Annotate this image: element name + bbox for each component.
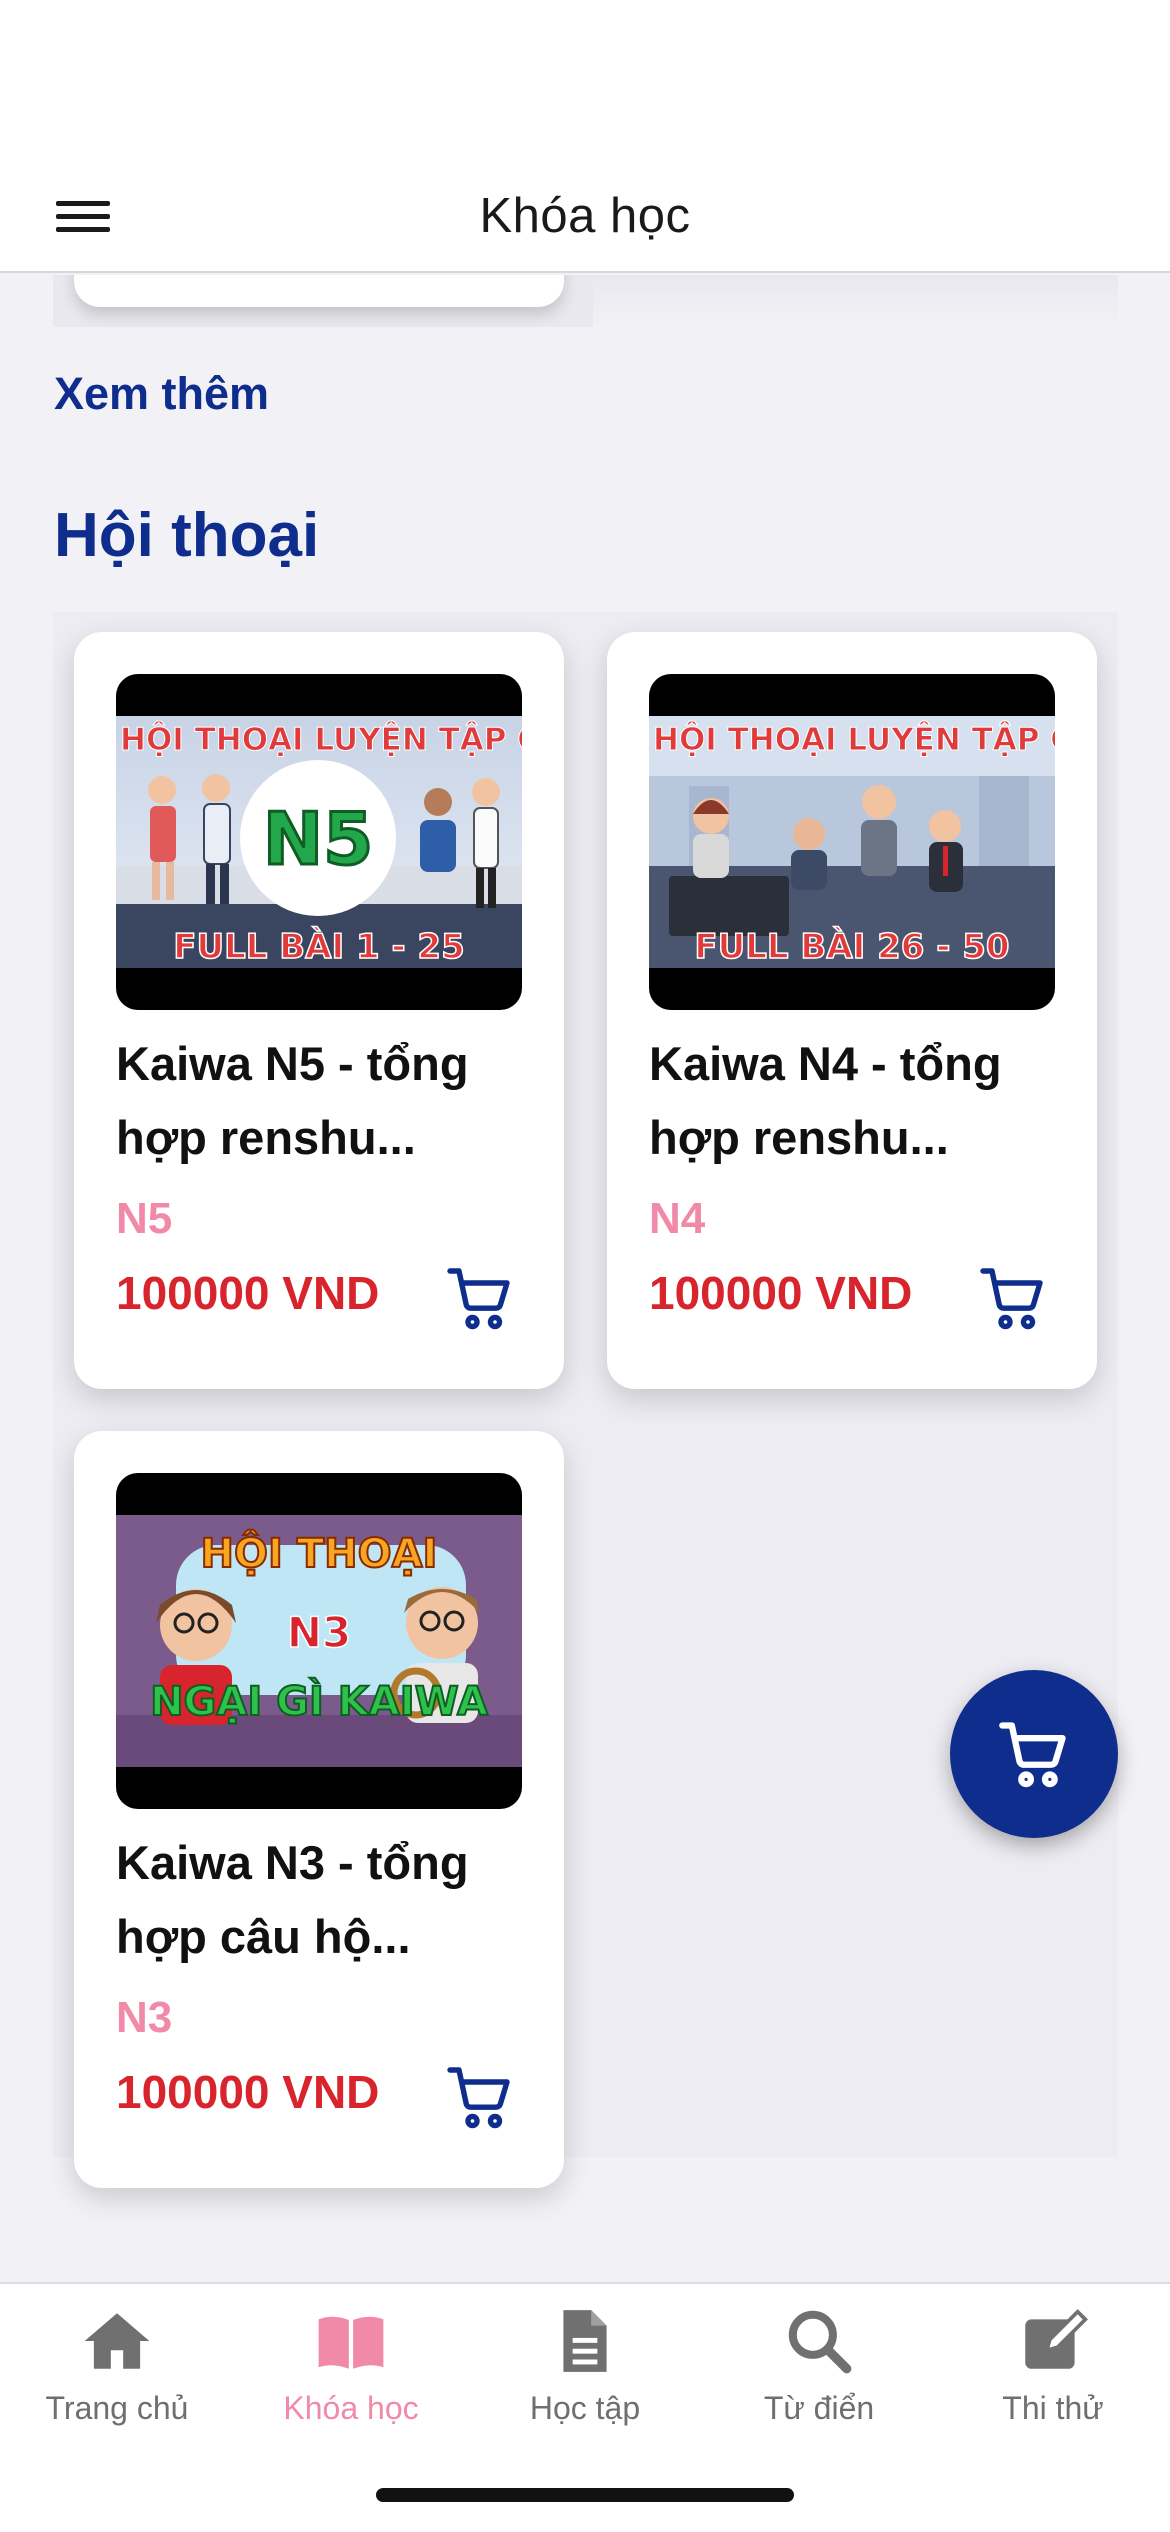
thumb-footer: FULL BÀI 26 - 50 [694,926,1009,967]
home-icon [84,2313,150,2369]
course-card-kaiwa-n4[interactable]: HỘI THOẠI LUYỆN TẬP C FULL BÀI 26 - 50 K… [607,632,1097,1389]
course-level: N5 [116,1194,173,1243]
book-icon [318,2316,384,2369]
screen: Khóa học Xem thêm Hội thoại N5 HỘI THOẠI… [0,0,1170,2532]
course-level: N3 [116,1993,173,2042]
home-indicator [376,2488,794,2502]
course-card-kaiwa-n5[interactable]: N5 HỘI THOẠI LUYỆN TẬP C FULL BÀI 1 - 25… [74,632,564,1389]
course-title-line-1: Kaiwa N3 - tổng [116,1836,469,1889]
tab-study[interactable]: Học tập [468,2304,702,2454]
cart-icon [999,1722,1066,1788]
tab-label: Trang chủ [45,2390,189,2426]
tab-label: Học tập [529,2390,641,2426]
thumb-banner: HỘI THOẠI LUYỆN TẬP C [120,721,522,758]
tab-dictionary[interactable]: Từ điển [702,2304,936,2454]
document-icon [563,2310,607,2372]
course-card-kaiwa-n3[interactable]: HỘI THOẠI N3 NGẠI GÌ KAIWA Kaiwa N3 - tổ… [74,1431,564,2188]
edit-icon [1025,2309,1088,2369]
tab-label: Thi thử [1002,2390,1104,2426]
section-title: Hội thoại [54,501,320,570]
thumbnail-illustration-n3: HỘI THOẠI N3 NGẠI GÌ KAIWA [116,1515,522,1767]
thumb-banner: HỘI THOẠI LUYỆN TẬP C [653,721,1055,758]
thumb-footer: NGẠI GÌ KAIWA [150,1677,488,1725]
tab-label: Từ điển [763,2390,875,2426]
add-to-cart-icon[interactable] [977,1262,1049,1334]
add-to-cart-icon[interactable] [444,2061,516,2133]
course-title: Kaiwa N3 - tổng hợp câu hộ... [116,1826,536,1974]
tab-test[interactable]: Thi thử [936,2304,1170,2454]
course-list-scroll[interactable]: Xem thêm Hội thoại N5 HỘI THOẠI LUYỆN TẬ… [0,275,1170,2282]
course-price: 100000 VND [116,2066,380,2118]
thumb-banner: HỘI THOẠI [201,1529,438,1577]
course-title: Kaiwa N5 - tổng hợp renshu... [116,1027,536,1175]
status-bar-area [0,0,1170,160]
course-title-line-2: hợp câu hộ... [116,1910,411,1963]
course-thumbnail: HỘI THOẠI LUYỆN TẬP C FULL BÀI 26 - 50 [649,674,1055,1010]
page-title: Khóa học [479,189,691,243]
add-to-cart-icon[interactable] [444,1262,516,1334]
tab-label: Khóa học [283,2390,419,2426]
course-title-line-1: Kaiwa N5 - tổng [116,1037,469,1090]
course-price: 100000 VND [116,1267,380,1319]
app-header: Khóa học [0,160,1170,273]
course-title-line-2: hợp renshu... [649,1111,949,1164]
course-title-line-1: Kaiwa N4 - tổng [649,1037,1002,1090]
course-level: N4 [649,1194,706,1243]
course-thumbnail: HỘI THOẠI N3 NGẠI GÌ KAIWA [116,1473,522,1809]
see-more-link[interactable]: Xem thêm [54,368,269,420]
tab-home[interactable]: Trang chủ [0,2304,234,2454]
search-icon [788,2310,852,2374]
thumbnail-illustration-n4: HỘI THOẠI LUYỆN TẬP C FULL BÀI 26 - 50 [649,716,1055,968]
thumbnail-illustration-n5: N5 HỘI THOẠI LUYỆN TẬP C FULL BÀI 1 - 25 [116,716,522,968]
course-title-line-2: hợp renshu... [116,1111,416,1164]
previous-card-bottom[interactable] [74,275,564,307]
thumb-badge: N3 [287,1608,351,1657]
previous-section-background [593,275,1118,327]
thumb-footer: FULL BÀI 1 - 25 [173,926,464,967]
course-price: 100000 VND [649,1267,913,1319]
floating-cart-button[interactable] [950,1670,1118,1838]
course-title: Kaiwa N4 - tổng hợp renshu... [649,1027,1069,1175]
thumb-badge: N5 [263,797,373,881]
course-thumbnail: N5 HỘI THOẠI LUYỆN TẬP C FULL BÀI 1 - 25 [116,674,522,1010]
tab-courses[interactable]: Khóa học [234,2304,468,2454]
